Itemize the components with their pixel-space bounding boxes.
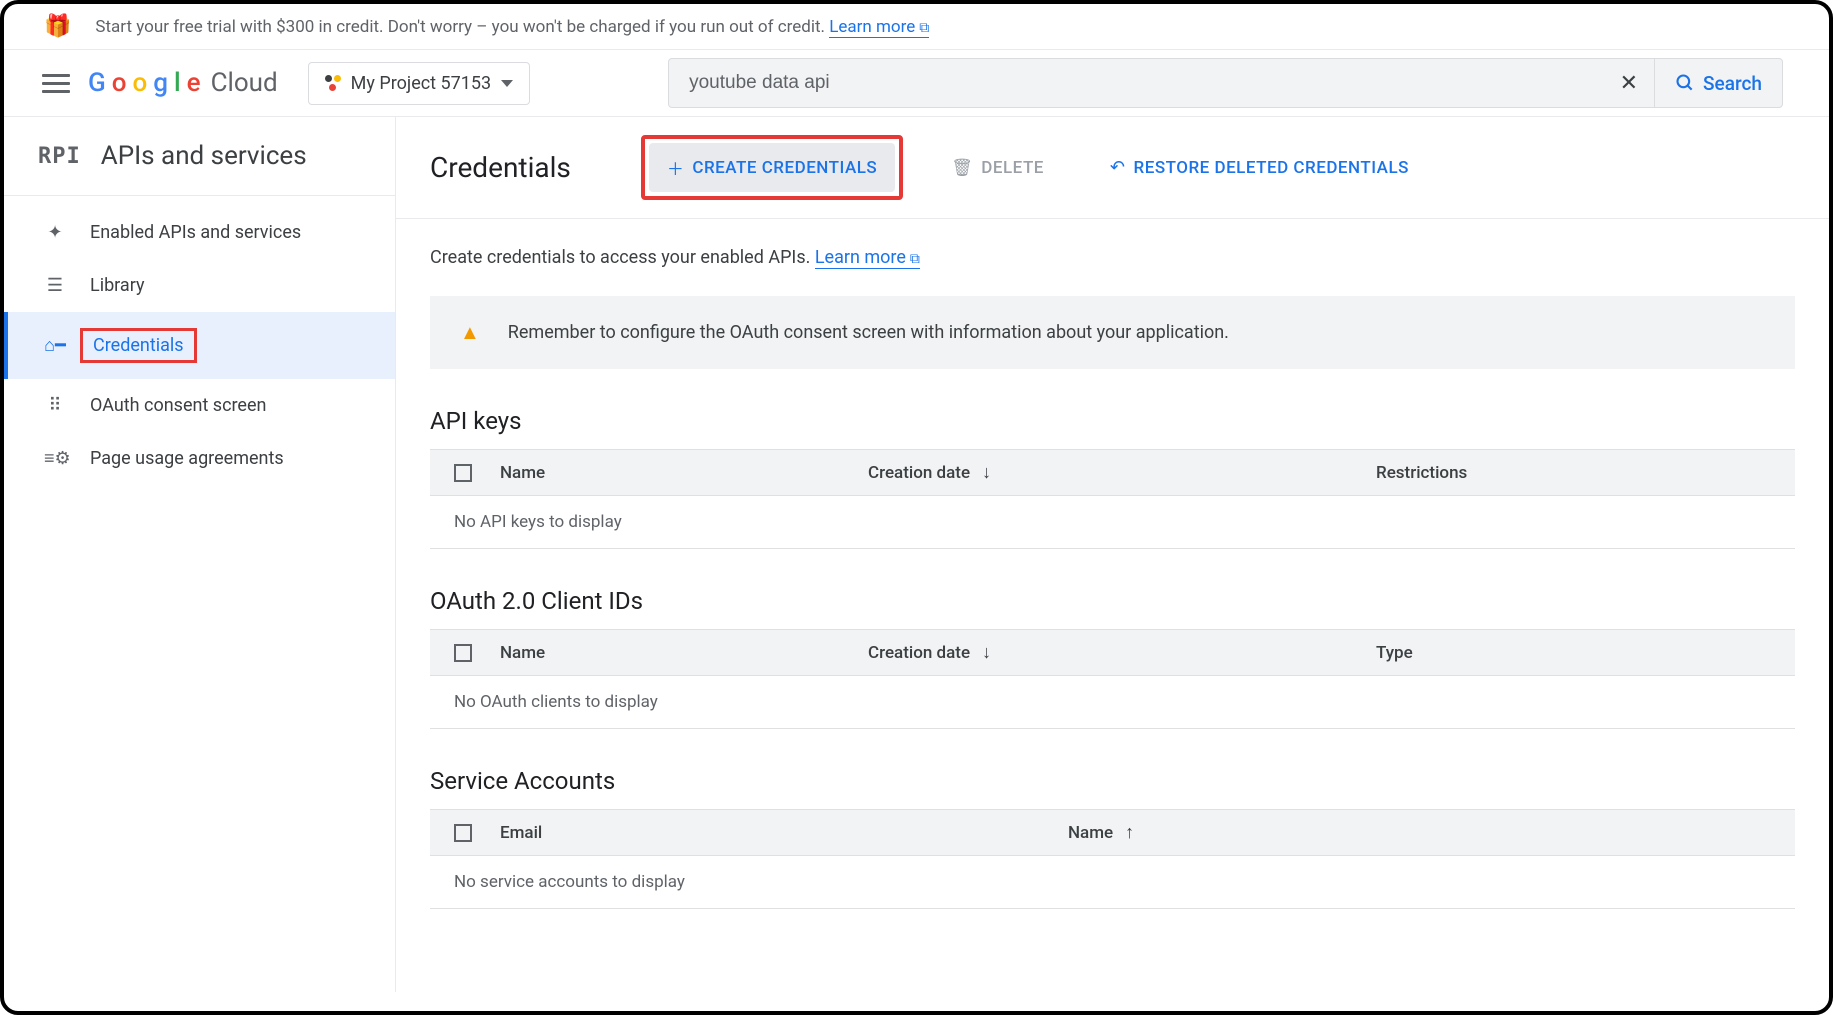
library-icon: ☰ <box>44 275 66 296</box>
section-api-keys: API keys Name Creation date Restrictions… <box>430 407 1795 549</box>
col-creation-date[interactable]: Creation date <box>868 462 1348 483</box>
sidebar-item-library[interactable]: ☰ Library <box>4 259 395 312</box>
sidebar-item-credentials[interactable]: ⌂━ Credentials <box>4 312 395 379</box>
highlight-box: ＋ CREATE CREDENTIALS <box>641 135 903 200</box>
sidebar-item-page-usage[interactable]: ≡⚙ Page usage agreements <box>4 432 395 485</box>
section-title: Service Accounts <box>430 767 1795 795</box>
col-name[interactable]: Name <box>500 643 840 663</box>
sidebar-item-oauth-consent[interactable]: ⠿ OAuth consent screen <box>4 379 395 432</box>
col-name[interactable]: Name <box>1068 822 1548 843</box>
checkbox[interactable] <box>454 824 472 842</box>
col-type[interactable]: Type <box>1376 643 1771 663</box>
main-content: Credentials ＋ CREATE CREDENTIALS 🗑 DELET… <box>396 117 1829 992</box>
section-service-accounts: Service Accounts Email Name No service a… <box>430 767 1795 909</box>
diamond-icon: ✦ <box>44 222 66 243</box>
menu-icon[interactable] <box>42 69 70 97</box>
google-cloud-logo[interactable]: Google Cloud <box>88 68 278 98</box>
table-header: Name Creation date Restrictions <box>430 449 1795 496</box>
section-oauth-clients: OAuth 2.0 Client IDs Name Creation date … <box>430 587 1795 729</box>
header-bar: Google Cloud My Project 57153 ✕ Search <box>4 50 1829 117</box>
empty-message: No OAuth clients to display <box>430 676 1795 729</box>
sidebar-item-label: Page usage agreements <box>90 448 284 469</box>
project-picker[interactable]: My Project 57153 <box>308 62 530 105</box>
table-header: Name Creation date Type <box>430 629 1795 676</box>
checkbox[interactable] <box>454 644 472 662</box>
gift-icon: 🎁 <box>44 14 71 39</box>
create-credentials-button[interactable]: ＋ CREATE CREDENTIALS <box>649 143 895 192</box>
clear-icon[interactable]: ✕ <box>1604 59 1655 107</box>
col-restrictions[interactable]: Restrictions <box>1376 463 1771 483</box>
restore-button[interactable]: ↶ RESTORE DELETED CREDENTIALS <box>1092 145 1427 190</box>
empty-message: No service accounts to display <box>430 856 1795 909</box>
search-icon <box>1675 73 1695 93</box>
sidebar-item-label: Library <box>90 275 145 296</box>
delete-button[interactable]: 🗑 DELETE <box>933 146 1062 190</box>
chevron-down-icon <box>501 80 513 87</box>
sidebar-title: RPI APIs and services <box>4 117 395 196</box>
toolbar: Credentials ＋ CREATE CREDENTIALS 🗑 DELET… <box>396 117 1829 219</box>
section-title: API keys <box>430 407 1795 435</box>
description: Create credentials to access your enable… <box>430 247 1795 268</box>
learn-more-link[interactable]: Learn more <box>815 247 920 269</box>
search-box: ✕ Search <box>668 58 1783 108</box>
section-title: OAuth 2.0 Client IDs <box>430 587 1795 615</box>
project-name: My Project 57153 <box>351 73 491 94</box>
api-icon: RPI <box>38 144 81 169</box>
table-header: Email Name <box>430 809 1795 856</box>
sidebar-item-label: OAuth consent screen <box>90 395 266 416</box>
search-button[interactable]: Search <box>1655 72 1782 95</box>
col-email[interactable]: Email <box>500 823 1040 843</box>
warning-icon: ▲ <box>460 320 480 345</box>
sidebar-item-label: Enabled APIs and services <box>90 222 301 243</box>
key-icon: ⌂━ <box>44 335 66 356</box>
checkbox[interactable] <box>454 464 472 482</box>
trash-icon: 🗑 <box>951 158 973 178</box>
col-creation-date[interactable]: Creation date <box>868 642 1348 663</box>
oauth-alert: ▲ Remember to configure the OAuth consen… <box>430 296 1795 369</box>
trial-text: Start your free trial with $300 in credi… <box>95 17 825 37</box>
sidebar-item-label: Credentials <box>80 328 197 363</box>
settings-icon: ≡⚙ <box>44 448 66 469</box>
sidebar: RPI APIs and services ✦ Enabled APIs and… <box>4 117 396 992</box>
consent-icon: ⠿ <box>44 395 66 416</box>
undo-icon: ↶ <box>1110 157 1126 178</box>
trial-banner: 🎁 Start your free trial with $300 in cre… <box>4 4 1829 50</box>
search-input[interactable] <box>669 72 1604 94</box>
plus-icon: ＋ <box>667 155 685 180</box>
page-title: Credentials <box>430 151 571 184</box>
trial-learn-more-link[interactable]: Learn more <box>829 17 929 38</box>
empty-message: No API keys to display <box>430 496 1795 549</box>
sidebar-item-enabled-apis[interactable]: ✦ Enabled APIs and services <box>4 206 395 259</box>
col-name[interactable]: Name <box>500 463 840 483</box>
